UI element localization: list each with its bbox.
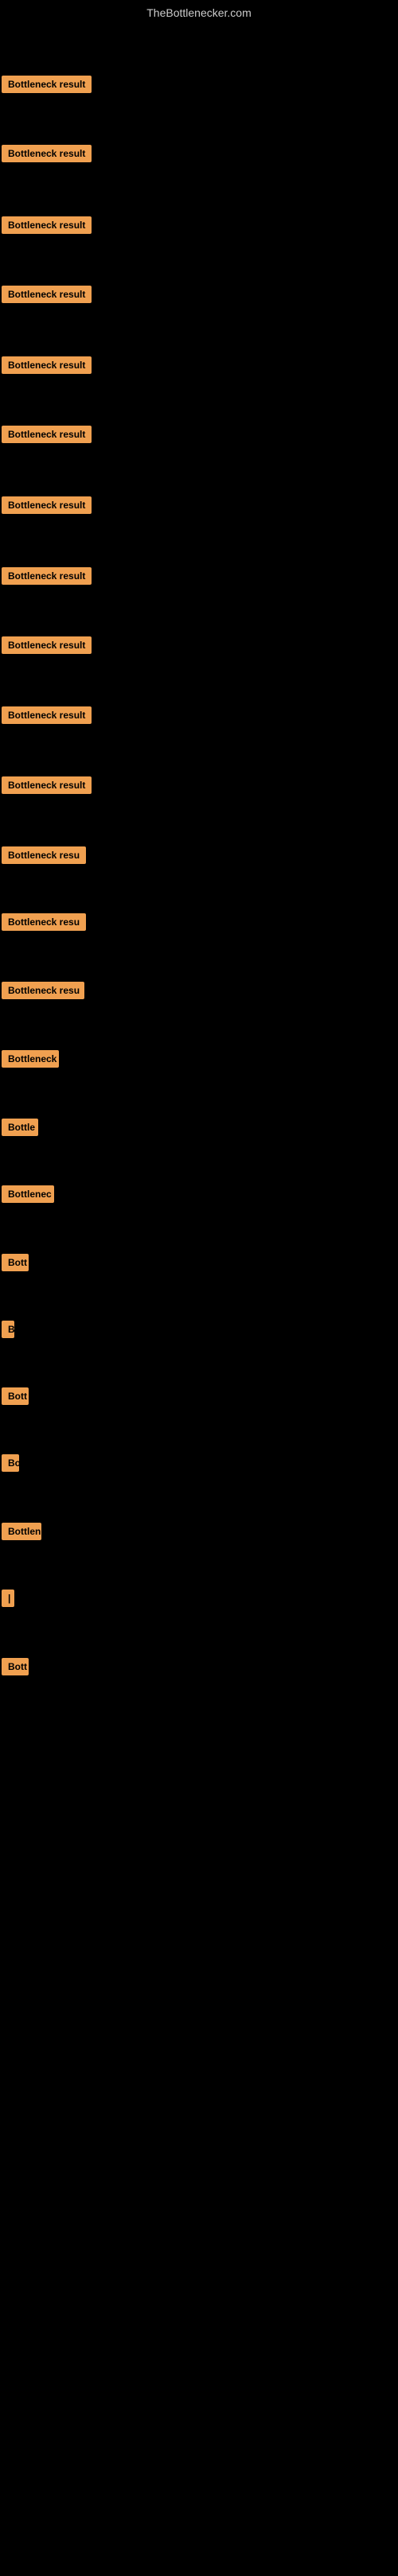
bottleneck-badge-1[interactable]: Bottleneck result bbox=[2, 76, 92, 93]
bottleneck-item-15: Bottleneck bbox=[2, 1050, 59, 1072]
bottleneck-item-18: Bott bbox=[2, 1254, 29, 1275]
bottleneck-badge-3[interactable]: Bottleneck result bbox=[2, 216, 92, 234]
bottleneck-item-12: Bottleneck resu bbox=[2, 846, 86, 868]
bottleneck-item-11: Bottleneck result bbox=[2, 776, 92, 798]
bottleneck-item-17: Bottlenec bbox=[2, 1185, 54, 1207]
bottleneck-badge-6[interactable]: Bottleneck result bbox=[2, 426, 92, 443]
bottleneck-badge-17[interactable]: Bottlenec bbox=[2, 1185, 54, 1203]
bottleneck-badge-22[interactable]: Bottlen bbox=[2, 1523, 41, 1540]
bottleneck-item-5: Bottleneck result bbox=[2, 356, 92, 378]
bottleneck-badge-7[interactable]: Bottleneck result bbox=[2, 496, 92, 514]
bottleneck-item-22: Bottlen bbox=[2, 1523, 41, 1544]
bottleneck-item-21: Bo bbox=[2, 1454, 19, 1476]
bottleneck-badge-15[interactable]: Bottleneck bbox=[2, 1050, 59, 1068]
bottleneck-badge-23[interactable]: | bbox=[2, 1590, 14, 1607]
bottleneck-item-8: Bottleneck result bbox=[2, 567, 92, 589]
bottleneck-item-7: Bottleneck result bbox=[2, 496, 92, 518]
bottleneck-item-2: Bottleneck result bbox=[2, 145, 92, 166]
bottleneck-item-19: B bbox=[2, 1321, 14, 1342]
bottleneck-item-3: Bottleneck result bbox=[2, 216, 92, 238]
bottleneck-item-14: Bottleneck resu bbox=[2, 982, 84, 1003]
bottleneck-item-13: Bottleneck resu bbox=[2, 913, 86, 935]
bottleneck-badge-12[interactable]: Bottleneck resu bbox=[2, 846, 86, 864]
bottleneck-item-20: Bott bbox=[2, 1387, 29, 1409]
items-container: Bottleneck result Bottleneck result Bottle… bbox=[0, 30, 398, 2576]
bottleneck-badge-4[interactable]: Bottleneck result bbox=[2, 286, 92, 303]
bottleneck-item-1: Bottleneck result bbox=[2, 76, 92, 97]
bottleneck-badge-14[interactable]: Bottleneck resu bbox=[2, 982, 84, 999]
bottleneck-badge-9[interactable]: Bottleneck result bbox=[2, 636, 92, 654]
bottleneck-item-4: Bottleneck result bbox=[2, 286, 92, 307]
bottleneck-badge-16[interactable]: Bottle bbox=[2, 1119, 38, 1136]
bottleneck-badge-20[interactable]: Bott bbox=[2, 1387, 29, 1405]
bottleneck-badge-11[interactable]: Bottleneck result bbox=[2, 776, 92, 794]
bottleneck-badge-2[interactable]: Bottleneck result bbox=[2, 145, 92, 162]
site-header: TheBottlenecker.com bbox=[0, 0, 398, 30]
bottleneck-badge-5[interactable]: Bottleneck result bbox=[2, 356, 92, 374]
site-title: TheBottlenecker.com bbox=[146, 6, 252, 19]
bottleneck-badge-18[interactable]: Bott bbox=[2, 1254, 29, 1271]
bottleneck-item-9: Bottleneck result bbox=[2, 636, 92, 658]
bottleneck-badge-8[interactable]: Bottleneck result bbox=[2, 567, 92, 585]
bottleneck-badge-24[interactable]: Bott bbox=[2, 1658, 29, 1675]
bottleneck-item-24: Bott bbox=[2, 1658, 29, 1679]
bottleneck-badge-19[interactable]: B bbox=[2, 1321, 14, 1338]
bottleneck-item-23: | bbox=[2, 1590, 14, 1611]
bottleneck-item-6: Bottleneck result bbox=[2, 426, 92, 447]
bottleneck-item-16: Bottle bbox=[2, 1119, 38, 1140]
bottleneck-badge-21[interactable]: Bo bbox=[2, 1454, 19, 1472]
bottleneck-badge-13[interactable]: Bottleneck resu bbox=[2, 913, 86, 931]
bottleneck-badge-10[interactable]: Bottleneck result bbox=[2, 706, 92, 724]
bottleneck-item-10: Bottleneck result bbox=[2, 706, 92, 728]
